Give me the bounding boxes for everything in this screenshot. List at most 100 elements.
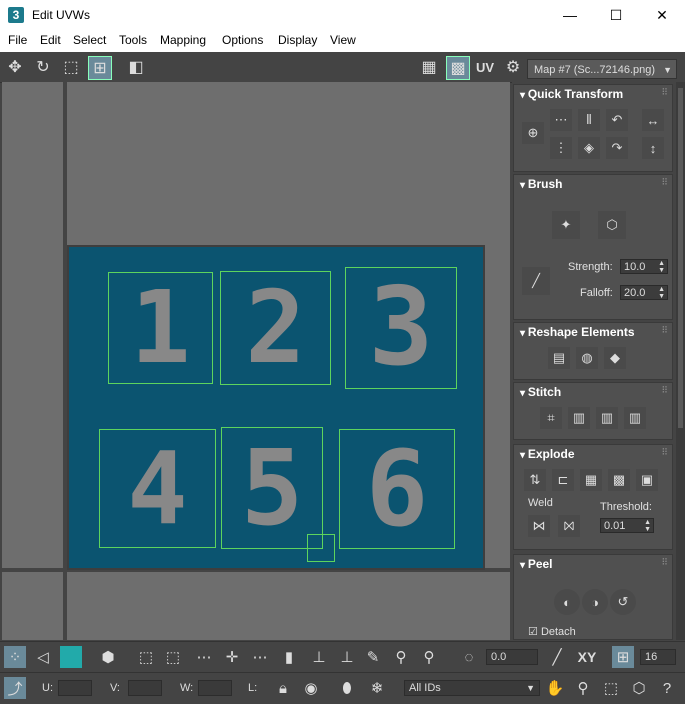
detach-edge-icon[interactable]: ⊏ [552,469,574,491]
select-plus-icon[interactable]: ⊥ [308,646,330,668]
checker-explode-icon[interactable]: ▩ [608,469,630,491]
spinner-arrows-icon[interactable]: ▲ ▼ [658,286,665,300]
space-vertical-icon[interactable]: ↕ [642,137,664,159]
soft-select-icon[interactable]: ◌ [458,646,480,668]
reset-peel-icon[interactable]: ↺ [610,589,636,615]
ids-select[interactable]: All IDs ▼ [404,680,540,696]
paint-shrink-icon[interactable]: ⚲ [418,646,440,668]
grid-snap-icon[interactable]: ⊞ [612,646,634,668]
freeform-icon[interactable]: ⊞ [88,56,112,80]
rotate-icon[interactable]: ↻ [32,56,54,78]
rotate-ccw-icon[interactable]: ↶ [606,109,628,131]
explode-grid-icon[interactable]: ▣ [636,469,658,491]
face-mode-icon[interactable] [60,646,82,668]
relax-brush-icon[interactable]: ⬡ [598,211,626,239]
uv-toggle-icon[interactable]: UV [474,56,496,78]
quick-peel-icon[interactable]: ◐ [554,589,580,615]
stitch-target-icon[interactable]: ▥ [568,407,590,429]
select-minus-icon[interactable]: ⊥ [336,646,358,668]
w-field[interactable] [198,680,232,696]
absolute-offset-icon[interactable]: ⤴ [4,677,26,699]
checker-icon[interactable]: ▦ [418,56,440,78]
strength-spinner[interactable]: 10.0 ▲ ▼ [620,259,668,274]
break-icon[interactable]: ⇅ [524,469,546,491]
align-horizontal-icon[interactable]: ⋯ [550,109,572,131]
u-field[interactable] [58,680,92,696]
eye-icon[interactable]: ◉ [300,677,322,699]
zoom-region-icon[interactable]: ⬚ [600,677,622,699]
quick-transform-title[interactable]: Quick Transform [520,87,623,101]
vertex-mode-icon[interactable]: ⁘ [4,646,26,668]
grip-icon[interactable]: ⠿ [661,87,668,98]
stitch-title[interactable]: Stitch [520,385,561,399]
grid-align-icon[interactable]: ◈ [578,137,600,159]
paint-grow-icon[interactable]: ⚲ [390,646,412,668]
grip-icon[interactable]: ⠿ [661,325,668,336]
edge-mode-icon[interactable]: ◁ [32,646,54,668]
grip-icon[interactable]: ⠿ [661,447,668,458]
zoom-extents-icon[interactable]: ⬡ [628,677,650,699]
grip-icon[interactable]: ⠿ [661,557,668,568]
align-vertical-icon[interactable]: ⦀ [578,109,600,131]
threshold-spinner[interactable]: 0.01 ▲ ▼ [600,518,654,533]
menu-options[interactable]: Options [222,33,263,47]
grip-icon[interactable]: ⠿ [661,385,668,396]
pivot-icon[interactable]: ⊕ [522,122,544,144]
relax-icon[interactable]: ◍ [576,347,598,369]
menu-view[interactable]: View [330,33,356,47]
menu-display[interactable]: Display [278,33,317,47]
reshape-title[interactable]: Reshape Elements [520,325,635,339]
straighten-icon[interactable]: ▤ [548,347,570,369]
map-select[interactable]: Map #7 (Sc...72146.png) ▼ [527,59,677,79]
menu-mapping[interactable]: Mapping [160,33,206,47]
paint-move-icon[interactable]: ✦ [552,211,580,239]
space-horizontal-icon[interactable]: ↔ [642,109,664,131]
peel-mode-icon[interactable]: ◑ [582,589,608,615]
detach-checkbox[interactable]: ☑ Detach [528,625,576,638]
ring-grow-icon[interactable]: ✛ [221,646,243,668]
rotate-cw-icon[interactable]: ↷ [606,137,628,159]
peel-title[interactable]: Peel [520,557,553,571]
shrink-select-icon[interactable]: ⬚ [162,646,184,668]
menu-select[interactable]: Select [73,33,106,47]
checker-active-icon[interactable]: ▩ [446,56,470,80]
hide-icon[interactable]: ⬮ [336,677,358,699]
xy-toggle[interactable]: XY [574,646,600,668]
map-settings-icon[interactable]: ⚙ [502,56,524,78]
maximize-button[interactable]: ☐ [593,0,639,30]
brush-title[interactable]: Brush [520,177,563,191]
grow-select-icon[interactable]: ⬚ [135,646,157,668]
mirror-icon[interactable]: ◧ [125,56,147,78]
falloff-spinner[interactable]: 20.0 ▲ ▼ [620,285,668,300]
spinner-arrows-icon[interactable]: ▲ ▼ [658,260,665,274]
element-mode-icon[interactable]: ⬢ [97,646,119,668]
pan-icon[interactable]: ✋ [544,677,566,699]
scrollbar-thumb[interactable] [678,88,683,428]
rotate-angle-field[interactable]: 0.0 [486,649,538,665]
align-left-icon[interactable]: ⋮ [550,137,572,159]
zoom-icon[interactable]: ⚲ [572,677,594,699]
explode-title[interactable]: Explode [520,447,575,461]
stitch-source-icon[interactable]: ▥ [624,407,646,429]
menu-edit[interactable]: Edit [40,33,61,47]
stitch-custom-icon[interactable]: ⌗ [540,407,562,429]
close-button[interactable]: ✕ [639,0,685,30]
stitch-average-icon[interactable]: ▥ [596,407,618,429]
select-bar-icon[interactable]: ▮ [278,646,300,668]
ring-shrink-icon[interactable]: ⋯ [249,646,271,668]
flatten-icon[interactable]: ▦ [580,469,602,491]
v-field[interactable] [128,680,162,696]
move-icon[interactable]: ✥ [4,56,26,78]
menu-tools[interactable]: Tools [119,33,147,47]
lock-icon[interactable]: 🔒︎ [272,677,294,699]
weld-selected-icon[interactable]: ⋈ [528,515,550,537]
weld-target-icon[interactable]: ⨝ [558,515,580,537]
paint-select-icon[interactable]: ✎ [362,646,384,668]
help-icon[interactable]: ? [656,677,678,699]
spinner-arrows-icon[interactable]: ▲ ▼ [644,519,651,533]
grip-icon[interactable]: ⠿ [661,177,668,188]
uv-viewport[interactable]: 1 2 3 4 5 6 [2,82,510,640]
selection-square[interactable] [307,534,335,562]
brush-stroke-icon[interactable]: ╱ [522,267,550,295]
freeze-icon[interactable]: ❄ [366,677,388,699]
